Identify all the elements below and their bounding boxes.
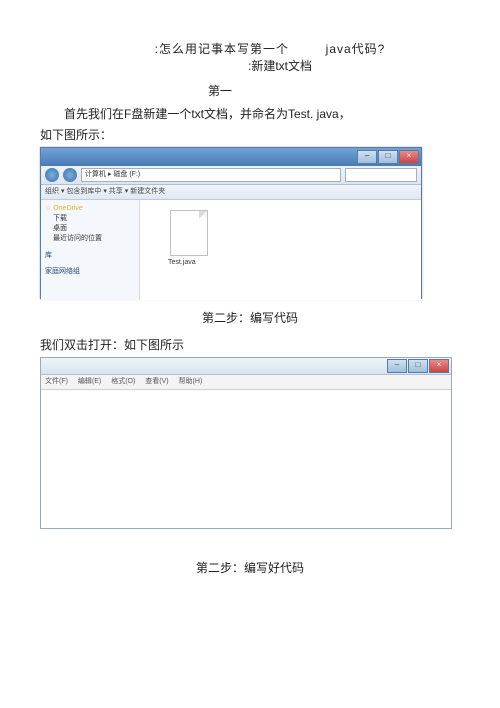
file-name[interactable]: Test.java [168, 259, 196, 266]
menu-help[interactable]: 帮助(H) [179, 378, 203, 385]
forward-button[interactable] [63, 168, 77, 182]
notepad-text-area[interactable] [41, 390, 451, 528]
notepad-maximize-button[interactable]: □ [408, 359, 428, 373]
menu-file[interactable]: 文件(F) [45, 378, 68, 385]
explorer-content[interactable]: Test.java [140, 200, 421, 300]
explorer-window: – □ × 计算机 ▸ 磁盘 (F:) 组织 ▾ 包含到库中 ▾ 共享 ▾ 新建… [40, 147, 422, 299]
title-part-a: :怎么用记事本写第一个 [155, 42, 289, 56]
file-icon[interactable] [170, 210, 208, 256]
document-page: :怎么用记事本写第一个 java代码? :新建txt文档 第一 首先我们在F盘新… [0, 0, 500, 606]
explorer-sidebar: ☆ OneDrive 下载 桌面 最近访问的位置 库 家庭网络组 [41, 200, 140, 300]
notepad-titlebar: – □ × [41, 358, 451, 375]
sidebar-desktop[interactable]: 桌面 [45, 224, 135, 234]
address-box[interactable]: 计算机 ▸ 磁盘 (F:) [81, 168, 341, 182]
title-line-1: :怎么用记事本写第一个 java代码? [80, 40, 460, 57]
notepad-menubar: 文件(F) 编辑(E) 格式(O) 查看(V) 帮助(H) [41, 375, 451, 390]
minimize-button[interactable]: – [357, 150, 377, 164]
paragraph-1: 首先我们在F盘新建一个txt文档，并命名为Test. java， [40, 105, 460, 122]
menu-edit[interactable]: 编辑(E) [78, 378, 101, 385]
step2-label: 第二步：编写代码 [40, 309, 460, 326]
sidebar-recent[interactable]: 最近访问的位置 [45, 234, 135, 244]
maximize-button[interactable]: □ [378, 150, 398, 164]
notepad-close-button[interactable]: × [429, 359, 449, 373]
explorer-toolbar[interactable]: 组织 ▾ 包含到库中 ▾ 共享 ▾ 新建文件夹 [41, 185, 421, 200]
paragraph-1b: 如下图所示： [40, 126, 460, 143]
window-buttons: – □ × [357, 150, 419, 164]
sidebar-libraries[interactable]: 库 [45, 250, 135, 260]
search-box[interactable] [345, 168, 417, 182]
back-button[interactable] [45, 168, 59, 182]
menu-format[interactable]: 格式(O) [111, 378, 135, 385]
notepad-minimize-button[interactable]: – [387, 359, 407, 373]
explorer-titlebar: – □ × [41, 148, 421, 166]
title-part-b: java代码? [326, 42, 386, 56]
sidebar-downloads[interactable]: 下载 [45, 214, 135, 224]
title-line-2: :新建txt文档 [100, 57, 460, 74]
paragraph-2: 我们双击打开：如下图所示 [40, 336, 460, 353]
sidebar-onedrive[interactable]: ☆ OneDrive [45, 204, 135, 212]
sidebar-homegroup[interactable]: 家庭网络组 [45, 266, 135, 276]
explorer-body: ☆ OneDrive 下载 桌面 最近访问的位置 库 家庭网络组 Test.ja… [41, 200, 421, 300]
explorer-address-bar: 计算机 ▸ 磁盘 (F:) [41, 166, 421, 185]
close-button[interactable]: × [399, 150, 419, 164]
step2b-label: 第二步：编写好代码 [40, 559, 460, 576]
notepad-window-buttons: – □ × [387, 359, 449, 373]
menu-view[interactable]: 查看(V) [145, 378, 168, 385]
notepad-window: – □ × 文件(F) 编辑(E) 格式(O) 查看(V) 帮助(H) [40, 357, 452, 529]
step1-label: 第一 [0, 82, 460, 99]
